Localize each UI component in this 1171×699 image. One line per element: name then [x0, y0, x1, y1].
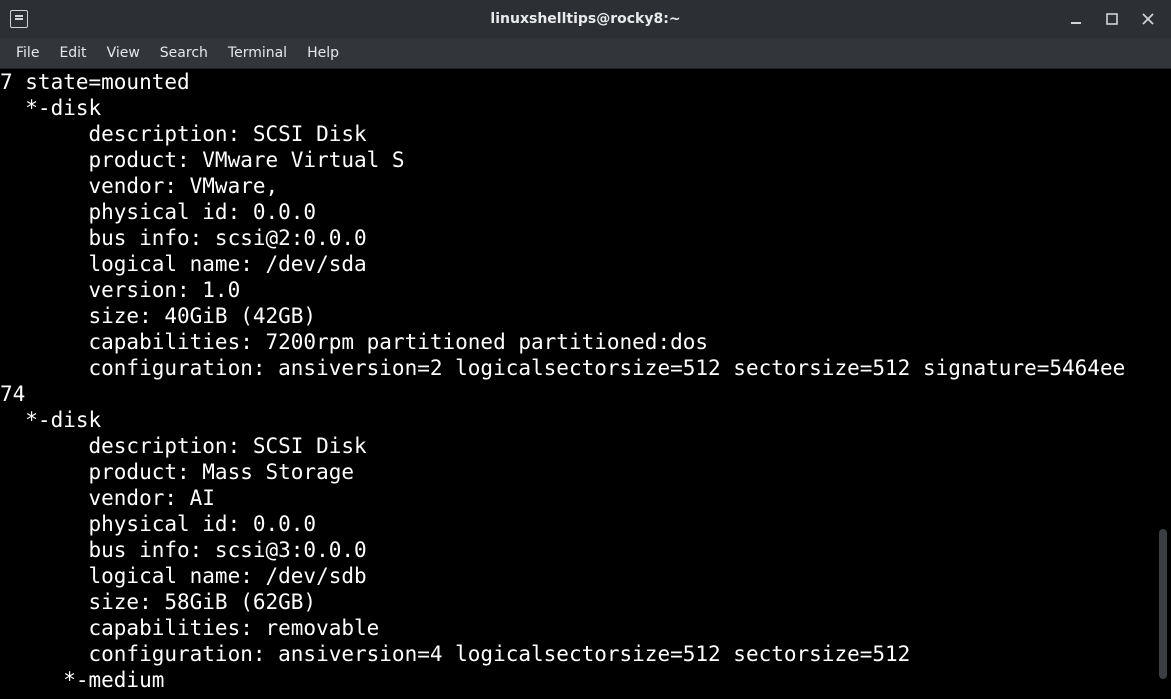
menubar: File Edit View Search Terminal Help — [0, 38, 1171, 69]
scrollbar[interactable] — [1157, 69, 1169, 699]
menu-file[interactable]: File — [6, 40, 49, 66]
menu-edit[interactable]: Edit — [49, 40, 96, 66]
scrollbar-thumb[interactable] — [1159, 529, 1167, 679]
titlebar: linuxshelltips@rocky8:~ — [0, 0, 1171, 38]
terminal-area[interactable]: 7 state=mounted *-disk description: SCSI… — [0, 69, 1171, 699]
close-button[interactable] — [1141, 12, 1155, 26]
menu-help[interactable]: Help — [297, 40, 349, 66]
menu-search[interactable]: Search — [150, 40, 218, 66]
maximize-button[interactable] — [1105, 12, 1119, 26]
window-controls — [1069, 12, 1165, 26]
terminal-app-icon — [10, 10, 28, 28]
minimize-button[interactable] — [1069, 12, 1083, 26]
menu-terminal[interactable]: Terminal — [218, 40, 297, 66]
terminal-output: 7 state=mounted *-disk description: SCSI… — [0, 69, 1171, 693]
menu-view[interactable]: View — [97, 40, 150, 66]
window-title: linuxshelltips@rocky8:~ — [0, 11, 1171, 27]
